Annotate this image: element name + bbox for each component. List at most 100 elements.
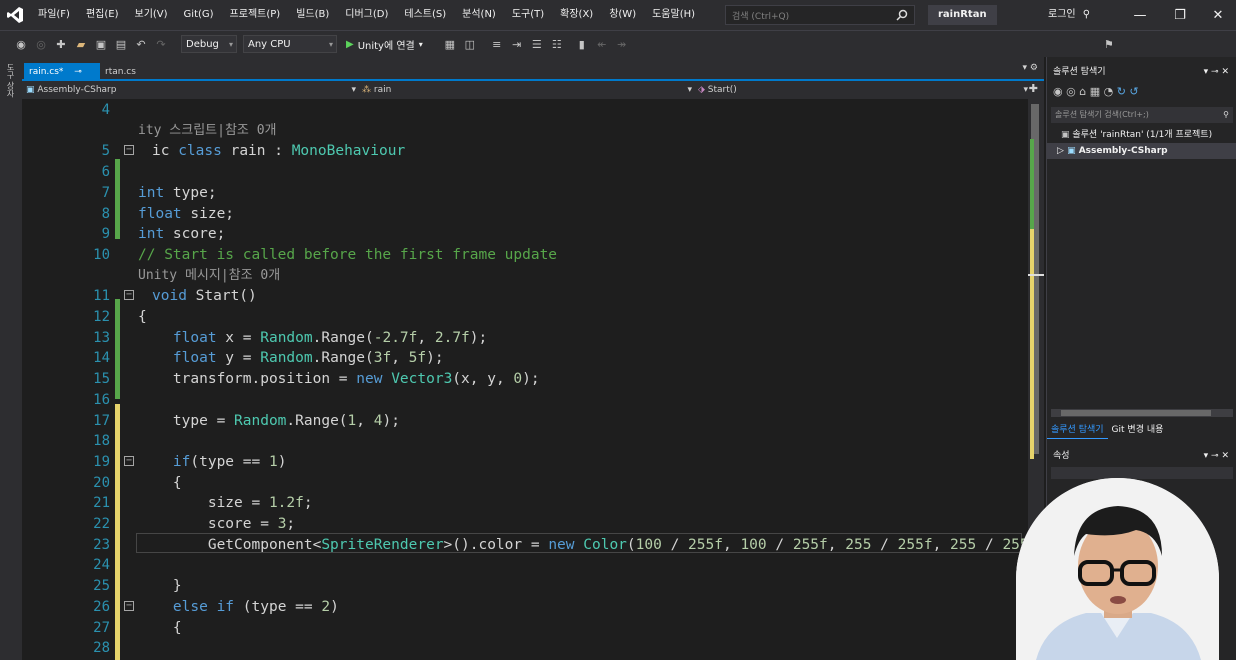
uncomment-icon[interactable]: ☷	[550, 37, 564, 51]
search-box[interactable]: 검색 (Ctrl+Q)	[725, 5, 915, 25]
menu-item[interactable]: 창(W)	[601, 0, 644, 30]
save-icon[interactable]: ▣	[94, 37, 108, 51]
fold-toggle-icon[interactable]: −	[124, 145, 134, 156]
panel-controls-icon[interactable]: ▾ ⊸ ✕	[1204, 63, 1229, 81]
menu-item[interactable]: 도구(T)	[504, 0, 552, 30]
solution-root-item[interactable]: ▣ 솔루션 'rainRtan' (1/1개 프로젝트)	[1061, 127, 1212, 143]
code-editor[interactable]: 4 ity 스크립트|참조 0개 5 ic class rain : MonoBeha…	[22, 99, 1028, 660]
code-line[interactable]: 4	[22, 100, 1028, 120]
code-line[interactable]: 28	[22, 638, 1028, 658]
login-button[interactable]: 로그인 ⚲	[1048, 0, 1090, 30]
code-line[interactable]: 22 score = 3;	[22, 514, 1028, 534]
back-icon[interactable]: ◉	[14, 37, 28, 51]
fold-toggle-icon[interactable]: −	[124, 600, 134, 611]
project-dropdown[interactable]: ▣ Assembly-CSharp ▾	[26, 83, 356, 97]
build-icon[interactable]: ▦	[443, 37, 457, 51]
tab-solution-explorer[interactable]: 솔루션 탐색기	[1047, 421, 1108, 439]
code-line[interactable]: 20 {	[22, 473, 1028, 493]
panel-controls-icon[interactable]: ▾ ⊸ ✕	[1204, 447, 1229, 465]
new-project-icon[interactable]: ✚	[54, 37, 68, 51]
expand-arrow-icon[interactable]: ▷	[1057, 146, 1067, 156]
code-line[interactable]: 18	[22, 431, 1028, 451]
code-line[interactable]: 15 transform.position = new Vector3(x, y…	[22, 369, 1028, 389]
menu-item[interactable]: 테스트(S)	[396, 0, 454, 30]
pin-icon[interactable]: ⊸	[74, 67, 82, 77]
platform-select[interactable]: Any CPU	[243, 35, 337, 53]
code-line[interactable]: 25 }	[22, 576, 1028, 596]
menu-item[interactable]: 확장(X)	[552, 0, 601, 30]
switch-view-icon[interactable]: ▦	[1090, 85, 1104, 98]
code-line[interactable]: 7 int type;	[22, 183, 1028, 203]
menu-item[interactable]: 분석(N)	[454, 0, 504, 30]
tab-rtan-cs[interactable]: rtan.cs	[100, 63, 141, 81]
undo-icon[interactable]: ↶	[134, 37, 148, 51]
menu-item[interactable]: Git(G)	[176, 0, 222, 30]
menu-item[interactable]: 파일(F)	[30, 0, 78, 30]
split-icon[interactable]: ✚	[1029, 82, 1038, 95]
sync-icon[interactable]: ↻	[1117, 85, 1130, 98]
code-line[interactable]: 12 {	[22, 307, 1028, 327]
solution-search-input[interactable]: 솔루션 탐색기 검색(Ctrl+;) ⚲	[1051, 107, 1233, 123]
code-line[interactable]: 9 int score;	[22, 224, 1028, 244]
fold-toggle-icon[interactable]: −	[124, 290, 134, 301]
indent-icon[interactable]: ⇥	[510, 37, 524, 51]
code-line[interactable]: 24	[22, 555, 1028, 575]
toolbox-tab[interactable]: 도구 상자	[0, 57, 21, 104]
code-line[interactable]: 11 void Start() −	[22, 286, 1028, 306]
code-line[interactable]: 13 float x = Random.Range(-2.7f, 2.7f);	[22, 328, 1028, 348]
code-line[interactable]: 6	[22, 162, 1028, 182]
scrollbar-thumb[interactable]	[1061, 410, 1211, 416]
home-icon[interactable]: ⌂	[1079, 85, 1089, 98]
camera-icon[interactable]: ◫	[463, 37, 477, 51]
code-line[interactable]: 21 size = 1.2f;	[22, 493, 1028, 513]
forward-icon[interactable]: ◎	[34, 37, 48, 51]
prev-bookmark-icon[interactable]: ↞	[595, 37, 609, 51]
code-line[interactable]: 17 type = Random.Range(1, 4);	[22, 411, 1028, 431]
save-all-icon[interactable]: ▤	[114, 37, 128, 51]
pending-changes-icon[interactable]: ◔	[1104, 85, 1117, 98]
menu-item[interactable]: 보기(V)	[127, 0, 176, 30]
code-line[interactable]: 10 // Start is called before the first fr…	[22, 245, 1028, 265]
code-line[interactable]: 8 float size;	[22, 204, 1028, 224]
bookmark-icon[interactable]: ▮	[575, 37, 589, 51]
line-number: 5	[101, 143, 110, 160]
class-dropdown[interactable]: ⁂ rain ▾	[362, 83, 692, 97]
code-line[interactable]: Unity 메시지|참조 0개	[22, 266, 1028, 286]
tab-overflow-icon[interactable]: ▾ ⚙	[1023, 63, 1038, 73]
close-button[interactable]: ✕	[1198, 0, 1236, 30]
refresh-icon[interactable]: ↺	[1129, 85, 1138, 98]
code-line[interactable]: 23 GetComponent<SpriteRenderer>().color …	[22, 535, 1028, 555]
live-share-icon[interactable]: ⚑	[1102, 37, 1116, 51]
menu-item[interactable]: 편집(E)	[78, 0, 127, 30]
minimize-button[interactable]: —	[1120, 0, 1160, 30]
project-item[interactable]: ▷ ▣ Assembly-CSharp	[1047, 143, 1236, 159]
menu-item[interactable]: 디버그(D)	[337, 0, 396, 30]
config-select[interactable]: Debug	[181, 35, 237, 53]
code-line[interactable]: 16	[22, 390, 1028, 410]
code-line[interactable]: 19 if(type == 1) −	[22, 452, 1028, 472]
code-line[interactable]: 27 {	[22, 618, 1028, 638]
restore-button[interactable]: ❐	[1160, 0, 1200, 30]
fold-toggle-icon[interactable]: −	[124, 455, 134, 466]
menu-item[interactable]: 빌드(B)	[288, 0, 337, 30]
menu-item[interactable]: 프로젝트(P)	[222, 0, 289, 30]
back-icon[interactable]: ◉ ◎	[1053, 85, 1079, 98]
run-button[interactable]: ▶ Unity에 연결 ▾	[346, 37, 423, 52]
code-line[interactable]: ity 스크립트|참조 0개	[22, 121, 1028, 141]
code-text: }	[138, 578, 182, 595]
properties-object-select[interactable]	[1051, 467, 1233, 479]
tab-rain-cs[interactable]: rain.cs* ⊸ ✕	[24, 63, 100, 95]
horizontal-scrollbar[interactable]	[1051, 409, 1233, 417]
method-dropdown[interactable]: ⬗ Start() ▾	[698, 83, 1028, 97]
next-bookmark-icon[interactable]: ↠	[615, 37, 629, 51]
code-line[interactable]: 14 float y = Random.Range(3f, 5f);	[22, 348, 1028, 368]
menu-item[interactable]: 도움말(H)	[644, 0, 703, 30]
redo-icon[interactable]: ↷	[154, 37, 168, 51]
open-folder-icon[interactable]: ▰	[74, 37, 88, 51]
align-icon[interactable]: ≡	[490, 37, 504, 51]
solution-icon: ▣	[1061, 130, 1073, 140]
comment-icon[interactable]: ☰	[530, 37, 544, 51]
code-line[interactable]: 26 else if (type == 2) −	[22, 597, 1028, 617]
tab-git-changes[interactable]: Git 변경 내용	[1108, 421, 1168, 439]
code-line[interactable]: 5 ic class rain : MonoBehaviour −	[22, 141, 1028, 161]
